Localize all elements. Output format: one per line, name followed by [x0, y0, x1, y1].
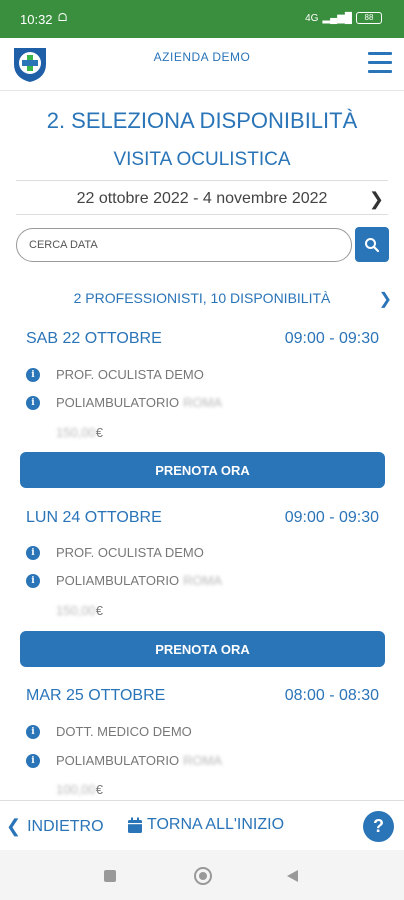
- availability-summary[interactable]: 2 PROFESSIONISTI, 10 DISPONIBILITÀ: [0, 290, 404, 306]
- price: 150,00€: [56, 603, 103, 618]
- location-name: POLIAMBULATORIO: [56, 395, 180, 410]
- location-city-blurred: ROMA: [183, 395, 223, 410]
- restart-button[interactable]: TORNA ALL'INIZIO: [127, 816, 284, 834]
- hamburger-menu-icon[interactable]: [368, 52, 392, 74]
- home-icon[interactable]: [194, 867, 212, 885]
- restart-label: TORNA ALL'INIZIO: [147, 816, 285, 833]
- calendar-icon: [128, 817, 142, 833]
- search-date-input[interactable]: [16, 228, 352, 262]
- date-range-bar: 22 ottobre 2022 - 4 novembre 2022 ❯: [16, 180, 388, 215]
- chevron-left-icon: ❮: [6, 816, 22, 836]
- location-city-blurred: ROMA: [183, 753, 223, 768]
- price: 100,00€: [56, 782, 103, 797]
- status-time: 10:32: [20, 12, 53, 27]
- signal-icon: ▂▄▆█: [322, 12, 352, 24]
- info-icon[interactable]: i: [26, 573, 40, 588]
- price-value-blurred: 100,00: [56, 782, 96, 797]
- status-bar: 10:32 ᗝ 4G ▂▄▆█ 88: [0, 0, 404, 38]
- location-name: POLIAMBULATORIO: [56, 573, 180, 588]
- professional-name: DOTT. MEDICO DEMO: [56, 724, 192, 739]
- battery-icon: 88: [356, 12, 382, 24]
- network-label: 4G: [305, 12, 319, 24]
- slot-date: LUN 24 OTTOBRE: [26, 509, 162, 526]
- info-icon[interactable]: i: [26, 724, 40, 739]
- professional-row: i PROF. OCULISTA DEMO: [26, 545, 204, 560]
- brand-name: AZIENDA DEMO: [153, 50, 251, 64]
- info-icon[interactable]: i: [26, 545, 40, 560]
- location-row: i POLIAMBULATORIO ROMA: [26, 395, 222, 410]
- system-nav-bar: [0, 850, 404, 900]
- professional-row: i PROF. OCULISTA DEMO: [26, 367, 204, 382]
- info-icon[interactable]: i: [26, 395, 40, 410]
- book-now-button[interactable]: PRENOTA ORA: [20, 452, 385, 488]
- professional-name: PROF. OCULISTA DEMO: [56, 367, 204, 382]
- chevron-right-icon[interactable]: ❯: [379, 289, 392, 309]
- slot-time: 09:00 - 09:30: [284, 509, 379, 526]
- recent-apps-icon[interactable]: [104, 870, 116, 882]
- professional-name: PROF. OCULISTA DEMO: [56, 545, 204, 560]
- location-row: i POLIAMBULATORIO ROMA: [26, 753, 222, 768]
- book-now-button[interactable]: PRENOTA ORA: [20, 631, 385, 667]
- location-name: POLIAMBULATORIO: [56, 753, 180, 768]
- back-label: INDIETRO: [27, 817, 104, 835]
- slot-time: 08:00 - 08:30: [284, 687, 379, 704]
- status-right: 4G ▂▄▆█ 88: [305, 12, 382, 24]
- search-icon: [365, 237, 380, 252]
- service-subtitle: VISITA OCULISTICA: [113, 149, 291, 170]
- date-range-label: 22 ottobre 2022 - 4 novembre 2022: [76, 190, 328, 207]
- page-title: 2. SELEZIONA DISPONIBILITÀ: [46, 108, 358, 133]
- price-currency: €: [95, 782, 103, 797]
- back-button[interactable]: ❮ INDIETRO: [6, 816, 104, 837]
- slot-date: SAB 22 OTTOBRE: [26, 330, 162, 347]
- back-triangle-icon[interactable]: [287, 870, 298, 882]
- location-city-blurred: ROMA: [183, 573, 223, 588]
- price-currency: €: [95, 603, 103, 618]
- chevron-right-icon[interactable]: ❯: [369, 189, 384, 210]
- info-icon[interactable]: i: [26, 753, 40, 768]
- price: 150,00€: [56, 425, 103, 440]
- info-icon[interactable]: i: [26, 367, 40, 382]
- slot-date: MAR 25 OTTOBRE: [26, 687, 166, 704]
- price-value-blurred: 150,00: [56, 603, 96, 618]
- location-row: i POLIAMBULATORIO ROMA: [26, 573, 222, 588]
- nfc-icon: ᗝ: [58, 12, 68, 24]
- slot-time: 09:00 - 09:30: [284, 330, 379, 347]
- bottom-action-bar: ❮ INDIETRO TORNA ALL'INIZIO ?: [0, 800, 404, 850]
- price-value-blurred: 150,00: [56, 425, 96, 440]
- app-header: AZIENDA DEMO: [0, 38, 404, 91]
- professional-row: i DOTT. MEDICO DEMO: [26, 724, 192, 739]
- price-currency: €: [95, 425, 103, 440]
- help-button[interactable]: ?: [363, 811, 394, 842]
- search-button[interactable]: [355, 227, 389, 262]
